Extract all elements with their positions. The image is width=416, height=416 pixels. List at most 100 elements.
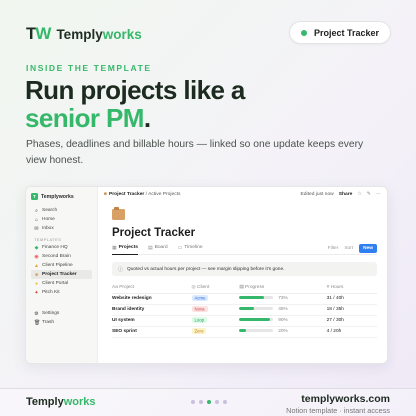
client-tag: Loop (191, 317, 208, 323)
tab-label: Projects (118, 245, 138, 250)
hours-cell: 31 / 40h (326, 293, 377, 305)
info-callout: ⓘ Quoted vs actual hours per project — s… (112, 262, 377, 276)
progress-fill (239, 307, 255, 310)
brand-name: Templyworks (56, 26, 142, 42)
project-name[interactable]: Website redesign (112, 293, 192, 305)
sidebar-item-pitch-kit[interactable]: ✦ Pitch Kit (31, 288, 92, 297)
sidebar-item-project-tracker[interactable]: ■ Project Tracker (31, 270, 92, 279)
view-tabs: ▦ Projects ▤ Board ▭ Timeline Filter Sort New (112, 243, 377, 255)
progress-fill (239, 329, 246, 332)
eyebrow-label: INSIDE THE TEMPLATE (26, 63, 152, 73)
sidebar-item-finance-hq[interactable]: ◆ Finance HQ (31, 243, 92, 252)
client-cell: Nova (191, 304, 240, 316)
table-row[interactable]: Brand identity Nova 45% 18 / 35h (112, 304, 377, 316)
home-icon: ⌂ (34, 216, 39, 223)
brand-mark: TW (26, 24, 51, 43)
filter-button[interactable]: Filter (328, 246, 339, 251)
comment-icon[interactable]: ✎ (367, 191, 371, 197)
search-icon: ⌕ (35, 207, 38, 214)
status-dot-icon (300, 29, 307, 36)
star-icon[interactable]: ☆ (357, 191, 361, 197)
sidebar-item-label: Pitch Kit (42, 290, 60, 295)
template-badge-label: Project Tracker (313, 27, 379, 38)
client-tag: Zero (191, 328, 207, 334)
carousel-dot[interactable] (223, 400, 227, 404)
progress-cell: 90% (239, 315, 327, 327)
workspace-switcher[interactable]: T Templyworks (31, 193, 92, 200)
sidebar-item-label: Project Tracker (42, 272, 77, 277)
headline: Run projects like a senior PM. (25, 75, 245, 133)
footer-url[interactable]: templyworks.com (286, 393, 390, 405)
breadcrumb[interactable]: Project Tracker / Active Projects (109, 192, 181, 197)
sort-button[interactable]: Sort (344, 246, 353, 251)
hours-cell: 4 / 20h (326, 326, 377, 338)
more-icon[interactable]: ⋯ (376, 191, 381, 197)
share-button[interactable]: Share (339, 192, 353, 197)
new-button[interactable]: New (359, 243, 377, 253)
sidebar-item-trash[interactable]: 🗑 Trash (31, 318, 93, 327)
sidebar-item-inbox[interactable]: ✉ Inbox (31, 224, 92, 233)
sidebar-item-label: Trash (42, 320, 55, 325)
project-name[interactable]: UI system (112, 315, 192, 327)
edited-status: Edited just now (300, 191, 334, 197)
column-header[interactable]: ◎ Client (191, 283, 240, 294)
progress-bar (239, 329, 274, 332)
column-header[interactable]: ▤ Progress (239, 283, 327, 294)
table-icon: ▦ (112, 246, 117, 251)
footer-brand: Templyworks (26, 396, 96, 408)
topbar: ■ Project Tracker / Active Projects Edit… (98, 187, 387, 201)
trash-icon: 🗑 (34, 319, 41, 326)
sidebar-item-client-pipeline[interactable]: ▲ Client Pipeline (31, 261, 92, 270)
tab-label: Timeline (184, 245, 203, 250)
subtitle: Phases, deadlines and billable hours — l… (26, 139, 364, 166)
client-tag: Acme (191, 295, 209, 301)
table-row[interactable]: SEO sprint Zero 20% 4 / 20h (112, 326, 377, 338)
progress-bar (239, 307, 274, 310)
board-icon: ▤ (147, 246, 153, 251)
main-content: ■ Project Tracker / Active Projects Edit… (98, 187, 387, 363)
project-name[interactable]: Brand identity (112, 304, 192, 316)
template-badge: Project Tracker (288, 21, 391, 44)
sidebar-item-settings[interactable]: ⚙ Settings (31, 309, 93, 318)
sidebar-item-label: Second Brain (42, 254, 71, 259)
sidebar-section-label: TEMPLATES (34, 237, 62, 242)
hours-cell: 18 / 35h (326, 304, 377, 316)
tab-projects[interactable]: ▦ Projects (112, 245, 138, 255)
client-cell: Acme (191, 293, 240, 305)
carousel-dot[interactable] (199, 400, 203, 404)
carousel-dot[interactable] (215, 400, 219, 404)
column-header[interactable]: # Hours (326, 283, 377, 294)
carousel-dot[interactable] (191, 400, 195, 404)
progress-label: 45% (278, 307, 288, 312)
client-cell: Loop (191, 315, 240, 327)
sidebar-item-second-brain[interactable]: ◉ Second Brain (31, 252, 92, 261)
progress-cell: 45% (239, 304, 327, 316)
project-name[interactable]: SEO sprint (112, 326, 192, 338)
carousel-dot[interactable] (207, 400, 211, 404)
progress-label: 73% (278, 296, 288, 301)
sidebar-item-label: Inbox (42, 226, 54, 231)
client-tag: Nova (191, 306, 208, 312)
template-icon: ✦ (34, 289, 39, 296)
timeline-icon: ▭ (177, 246, 183, 251)
progress-label: 20% (278, 329, 288, 334)
table-row[interactable]: UI system Loop 90% 27 / 30h (112, 315, 377, 327)
page-folder-icon: ■ (104, 191, 107, 197)
template-icon: ▲ (34, 262, 39, 269)
sidebar: T Templyworks ⌕ Search ⌂ Home ✉ Inbox TEMPLAT… (26, 187, 98, 363)
tab-timeline[interactable]: ▭ Timeline (178, 245, 203, 254)
table-row[interactable]: Website redesign Acme 73% 31 / 40h (112, 293, 377, 305)
column-header[interactable]: Aa Project (112, 283, 192, 294)
sidebar-item-home[interactable]: ⌂ Home (31, 215, 92, 224)
tab-board[interactable]: ▤ Board (148, 245, 168, 254)
sidebar-item-client-portal[interactable]: ● Client Portal (31, 279, 92, 288)
gear-icon: ⚙ (34, 310, 39, 317)
app-window: T Templyworks ⌕ Search ⌂ Home ✉ Inbox TEMPLAT… (25, 186, 388, 364)
progress-cell: 73% (239, 293, 327, 305)
sidebar-item-label: Settings (42, 311, 60, 316)
sidebar-item-label: Home (42, 217, 55, 222)
sidebar-item-label: Finance HQ (42, 245, 68, 250)
sidebar-item-search[interactable]: ⌕ Search (31, 206, 92, 215)
projects-table: Aa Project ◎ Client ▤ Progress # Hours Webs… (112, 283, 377, 338)
template-icon: ◉ (34, 253, 39, 260)
